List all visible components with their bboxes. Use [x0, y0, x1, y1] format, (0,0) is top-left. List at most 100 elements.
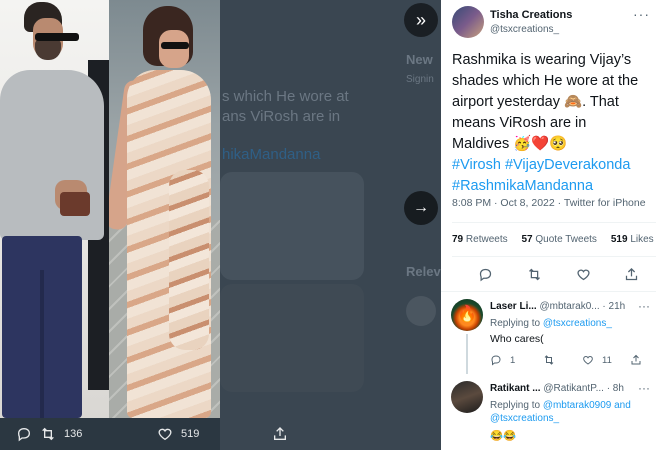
tweet-author: Tisha Creations @tsxcreations_ ···: [450, 4, 652, 40]
tweet-timestamp[interactable]: 8:08 PM · Oct 8, 2022 · Twitter for iPho…: [452, 197, 646, 209]
beard: [35, 40, 61, 60]
reply-time[interactable]: · 21h: [602, 301, 625, 312]
tweet-text-line: shades which He wore at the: [452, 73, 639, 89]
viewer-like-button[interactable]: 519: [157, 418, 199, 450]
hashtag-virosh[interactable]: #Virosh: [452, 157, 501, 173]
leg-in-dress: [169, 170, 209, 350]
bag-strap: [60, 192, 90, 216]
heart-icon: [583, 355, 593, 365]
tweet-actions: [452, 263, 646, 285]
background-media-thumb-2: [220, 284, 364, 392]
tweet-text: Rashmika is wearing Vijay’s shades which…: [452, 50, 652, 197]
next-image-button[interactable]: →: [404, 191, 438, 225]
arrow-right-icon: →: [413, 199, 429, 216]
replying-to-prefix: Replying to: [490, 400, 541, 411]
viewer-like-count: 519: [181, 428, 200, 440]
sunglasses: [35, 33, 79, 41]
hashtag-rashmikamandanna[interactable]: #RashmikaMandanna: [452, 178, 593, 194]
likes-label: Likes: [630, 234, 654, 245]
background-new-text: New: [406, 52, 433, 67]
thread-line: [466, 334, 468, 374]
author-avatar[interactable]: [452, 6, 484, 38]
reply-avatar[interactable]: [451, 381, 483, 413]
retweet-icon: [544, 355, 554, 365]
replying-to: Replying to @tsxcreations_: [490, 317, 612, 330]
divider: [452, 256, 656, 257]
hashtag-vijaydeverakonda[interactable]: #VijayDeverakonda: [505, 157, 630, 173]
photo-man-airport[interactable]: [0, 0, 109, 418]
reply-button[interactable]: [474, 263, 496, 285]
hashtag-line: #Virosh #VijayDeverakonda: [452, 155, 652, 176]
double-chevron-right-icon: »: [415, 9, 426, 30]
author-handle[interactable]: @tsxcreations_: [490, 24, 559, 35]
viewer-retweet-count: 136: [64, 428, 83, 440]
retweet-icon: [528, 268, 540, 280]
face: [159, 30, 189, 68]
background-signin-text: Signin: [406, 74, 434, 85]
share-button[interactable]: [620, 263, 642, 285]
reply-like-button[interactable]: 11: [582, 354, 612, 366]
tweet-text-line: Rashmika is wearing Vijay’s: [452, 52, 632, 68]
reply-reply-button[interactable]: 1: [490, 354, 515, 366]
reply-icon: [491, 355, 501, 366]
replying-to-link[interactable]: @tsxcreations_: [490, 413, 559, 424]
reply-header: Ratikant ... @RatikantP... · 8h: [490, 383, 624, 394]
fire-icon: 🔥: [457, 306, 477, 323]
reply-share-button[interactable]: [630, 354, 642, 366]
viewer-retweet-button[interactable]: 136: [40, 418, 82, 450]
reply-item[interactable]: Ratikant ... @RatikantP... · 8h ··· Repl…: [441, 381, 656, 450]
background-tweet-text-1: s which He wore at: [222, 88, 349, 105]
more-horizontal-icon[interactable]: ···: [638, 299, 650, 313]
tweet-text-line: Maldives 🥳❤️🥺: [452, 136, 568, 152]
replying-to-link[interactable]: @tsxcreations_: [543, 318, 612, 329]
heart-icon: [158, 428, 172, 441]
reply-actions: 1 11: [490, 354, 650, 370]
reply-icon: [17, 427, 31, 442]
reply-header: Laser Li... @mbtarak0... · 21h: [490, 301, 625, 312]
divider: [441, 291, 656, 292]
retweet-button[interactable]: [523, 263, 545, 285]
reply-retweet-button[interactable]: [543, 354, 555, 366]
share-icon: [274, 427, 286, 440]
reply-time[interactable]: · 8h: [607, 383, 624, 394]
background-avatar: [406, 296, 436, 326]
reply-handle[interactable]: @RatikantP...: [543, 383, 604, 394]
more-horizontal-icon[interactable]: ···: [633, 6, 650, 22]
reply-icon: [479, 268, 491, 281]
author-name[interactable]: Tisha Creations: [490, 9, 572, 21]
reply-avatar[interactable]: 🔥: [451, 299, 483, 331]
tweet-detail-panel: Tisha Creations @tsxcreations_ ··· Rashm…: [441, 0, 656, 450]
reply-item[interactable]: 🔥 Laser Li... @mbtarak0... · 21h ··· Rep…: [441, 299, 656, 375]
viewer-share-button[interactable]: [272, 418, 288, 450]
background-tweet-text-2: ans ViRosh are in: [222, 108, 341, 125]
quotes-stat[interactable]: 57 Quote Tweets: [522, 234, 597, 245]
likes-stat[interactable]: 519 Likes: [611, 234, 654, 245]
background-relevant-text: Relev: [406, 264, 441, 279]
viewer-reply-button[interactable]: [16, 418, 32, 450]
share-icon: [625, 267, 637, 280]
tweet-stats: 79 Retweets 57 Quote Tweets 519 Likes: [452, 234, 654, 245]
retweets-label: Retweets: [465, 234, 508, 245]
replying-to-link[interactable]: @mbtarak0909 and: [543, 400, 631, 411]
like-button[interactable]: [572, 263, 594, 285]
quotes-label: Quote Tweets: [535, 234, 597, 245]
media-viewer: New Signin s which He wore at ans ViRosh…: [0, 0, 441, 450]
retweets-stat[interactable]: 79 Retweets: [452, 234, 508, 245]
heart-icon: [576, 268, 590, 280]
share-icon: [631, 354, 641, 365]
reply-name[interactable]: Ratikant ...: [490, 383, 541, 394]
more-horizontal-icon[interactable]: ···: [638, 381, 650, 395]
reply-reply-count: 1: [510, 354, 516, 366]
retweets-count: 79: [452, 234, 464, 245]
reply-text: 😂😂: [490, 430, 517, 442]
retweet-icon: [42, 427, 54, 441]
expand-sidebar-button[interactable]: »: [404, 3, 438, 37]
reply-name[interactable]: Laser Li...: [490, 301, 537, 312]
reply-handle[interactable]: @mbtarak0...: [539, 301, 599, 312]
replying-to-prefix: Replying to: [490, 318, 541, 329]
photo-woman-maldives[interactable]: [109, 0, 220, 418]
leg-split: [40, 270, 44, 418]
tweet-text-line: airport yesterday 🙈. That: [452, 94, 619, 110]
reply-like-count: 11: [602, 354, 612, 366]
sunglasses: [161, 42, 189, 49]
